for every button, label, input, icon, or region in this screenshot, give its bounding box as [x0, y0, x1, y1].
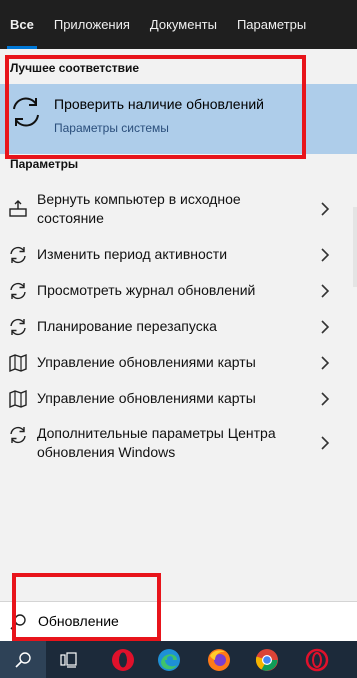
list-item[interactable]: Вернуть компьютер в исходное состояние: [0, 189, 340, 229]
search-box: [0, 601, 357, 641]
sync-icon: [10, 318, 26, 336]
tab-settings[interactable]: Параметры: [227, 0, 316, 49]
firefox-taskbar-button[interactable]: [196, 641, 242, 678]
firefox-icon: [208, 648, 230, 671]
reset-pc-icon: [9, 200, 27, 217]
search-icon: [10, 614, 26, 630]
taskbar: [0, 641, 357, 678]
opera-gx-taskbar-button[interactable]: [294, 641, 340, 678]
edge-icon: [158, 648, 180, 671]
search-scope-tabs: Все Приложения Документы Параметры: [0, 0, 357, 49]
map-icon: [9, 353, 27, 373]
list-item-label: Просмотреть журнал обновлений: [37, 282, 256, 298]
list-item[interactable]: Управление обновлениями карты: [0, 351, 340, 375]
list-item[interactable]: Изменить период активности: [0, 243, 340, 267]
list-item-label: Дополнительные параметры Центра обновлен…: [37, 425, 276, 460]
opera-gx-icon: [305, 648, 329, 671]
list-item-label: Вернуть компьютер в исходное состояние: [37, 191, 241, 226]
chevron-right-icon: [321, 284, 330, 298]
sync-icon: [10, 246, 26, 264]
chevron-right-icon: [321, 248, 330, 262]
tab-apps[interactable]: Приложения: [44, 0, 140, 49]
scrollbar-track[interactable]: [353, 207, 357, 287]
edge-taskbar-button[interactable]: [146, 641, 192, 678]
task-view-button[interactable]: [46, 641, 92, 678]
best-match-item[interactable]: Проверить наличие обновлений Параметры с…: [0, 84, 357, 154]
tab-all[interactable]: Все: [0, 0, 44, 49]
search-results-panel: Лучшее соответствие Проверить наличие об…: [0, 49, 357, 601]
list-item-label: Управление обновлениями карты: [37, 390, 256, 406]
chrome-taskbar-button[interactable]: [244, 641, 290, 678]
list-item[interactable]: Планирование перезапуска: [0, 315, 340, 339]
search-icon: [15, 651, 31, 668]
chevron-right-icon: [321, 392, 330, 406]
list-item[interactable]: Дополнительные параметры Центра обновлен…: [0, 423, 340, 463]
task-view-icon: [60, 651, 77, 668]
sync-icon: [10, 282, 26, 300]
best-match-subtitle: Параметры системы: [54, 121, 169, 135]
search-input[interactable]: [30, 609, 346, 633]
map-icon: [9, 389, 27, 409]
tab-documents[interactable]: Документы: [140, 0, 227, 49]
settings-heading: Параметры: [10, 157, 79, 171]
list-item-label: Изменить период активности: [37, 246, 228, 262]
list-item-label: Планирование перезапуска: [37, 318, 217, 334]
chevron-right-icon: [321, 436, 330, 450]
list-item[interactable]: Управление обновлениями карты: [0, 387, 340, 411]
chevron-right-icon: [321, 202, 330, 216]
sync-icon: [13, 97, 39, 127]
best-match-heading: Лучшее соответствие: [10, 61, 140, 75]
opera-icon: [112, 648, 134, 671]
list-item[interactable]: Просмотреть журнал обновлений: [0, 279, 340, 303]
chrome-icon: [255, 648, 278, 671]
chevron-right-icon: [321, 356, 330, 370]
opera-taskbar-button[interactable]: [100, 641, 146, 678]
chevron-right-icon: [321, 320, 330, 334]
list-item-label: Управление обновлениями карты: [37, 354, 256, 370]
best-match-title: Проверить наличие обновлений: [54, 96, 264, 112]
sync-icon: [10, 426, 26, 444]
taskbar-search-button[interactable]: [0, 641, 46, 678]
